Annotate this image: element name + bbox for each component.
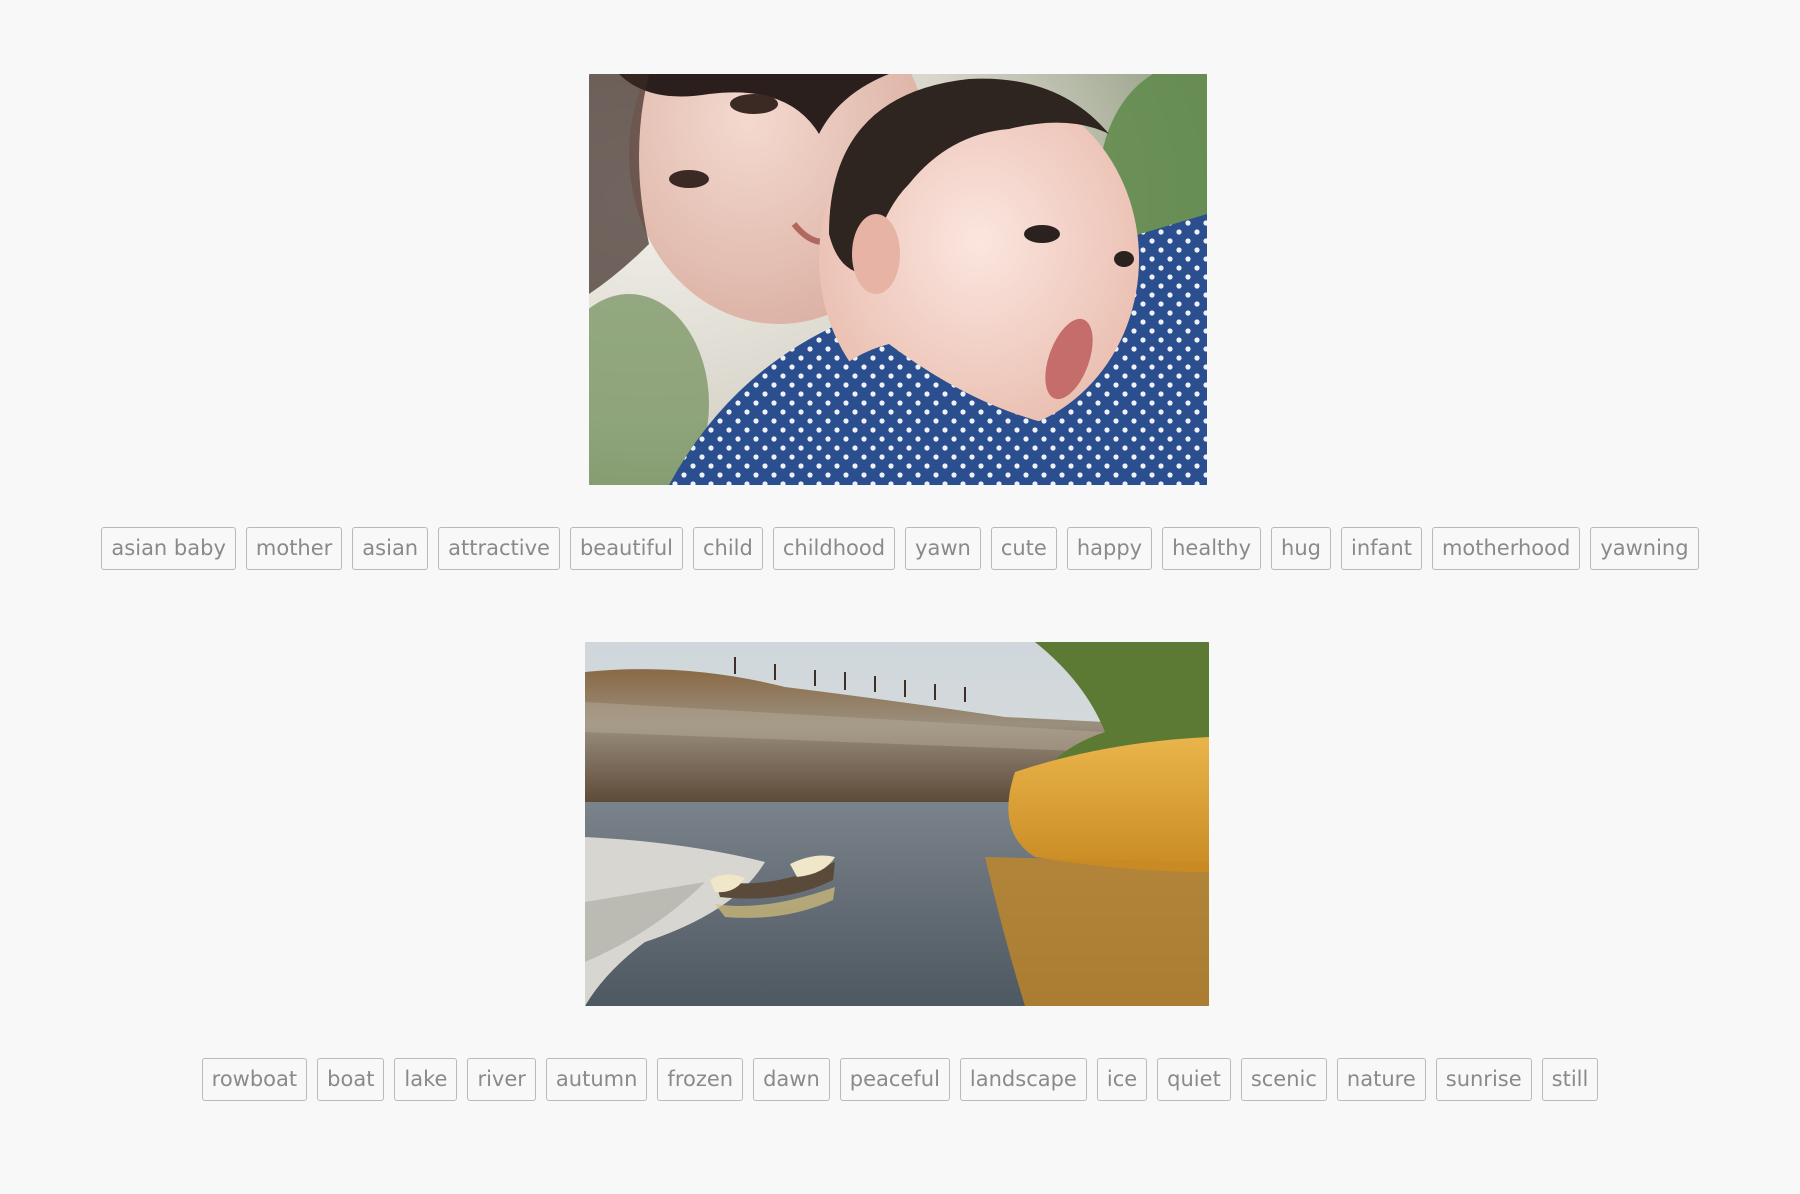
- tag-quiet[interactable]: quiet: [1157, 1058, 1231, 1101]
- tag-happy[interactable]: happy: [1066, 527, 1153, 570]
- tag-list-photo-2: rowboat boat lake river autumn frozen dawn peac…: [0, 1058, 1800, 1101]
- tag-still[interactable]: still: [1541, 1058, 1599, 1101]
- rowboat-lake-image: [585, 642, 1209, 1006]
- tag-scenic[interactable]: scenic: [1240, 1058, 1327, 1101]
- tag-cute[interactable]: cute: [990, 527, 1057, 570]
- tag-beautiful[interactable]: beautiful: [569, 527, 683, 570]
- tag-nature[interactable]: nature: [1336, 1058, 1426, 1101]
- tag-mother[interactable]: mother: [245, 527, 343, 570]
- tag-rowboat[interactable]: rowboat: [201, 1058, 308, 1101]
- rowboat-lake-photo: [585, 642, 1209, 1006]
- tag-peaceful[interactable]: peaceful: [839, 1058, 950, 1101]
- tag-motherhood[interactable]: motherhood: [1431, 527, 1581, 570]
- tag-asian[interactable]: asian: [352, 527, 429, 570]
- tag-childhood[interactable]: childhood: [772, 527, 896, 570]
- tag-ice[interactable]: ice: [1096, 1058, 1148, 1101]
- tag-dawn[interactable]: dawn: [753, 1058, 830, 1101]
- tag-autumn[interactable]: autumn: [545, 1058, 648, 1101]
- tag-yawn[interactable]: yawn: [905, 527, 981, 570]
- tag-lake[interactable]: lake: [394, 1058, 458, 1101]
- tag-attractive[interactable]: attractive: [438, 527, 560, 570]
- tag-boat[interactable]: boat: [317, 1058, 385, 1101]
- tag-asian-baby[interactable]: asian baby: [101, 527, 236, 570]
- mother-and-baby-image: [589, 74, 1207, 485]
- tag-healthy[interactable]: healthy: [1162, 527, 1262, 570]
- mother-and-baby-photo: [589, 74, 1207, 485]
- tag-frozen[interactable]: frozen: [657, 1058, 744, 1101]
- tag-infant[interactable]: infant: [1340, 527, 1422, 570]
- tag-yawning[interactable]: yawning: [1590, 527, 1699, 570]
- tag-hug[interactable]: hug: [1271, 527, 1331, 570]
- tag-child[interactable]: child: [692, 527, 763, 570]
- tag-river[interactable]: river: [467, 1058, 536, 1101]
- tag-landscape[interactable]: landscape: [959, 1058, 1087, 1101]
- tag-sunrise[interactable]: sunrise: [1435, 1058, 1532, 1101]
- tag-list-photo-1: asian baby mother asian attractive beautiful…: [0, 527, 1800, 570]
